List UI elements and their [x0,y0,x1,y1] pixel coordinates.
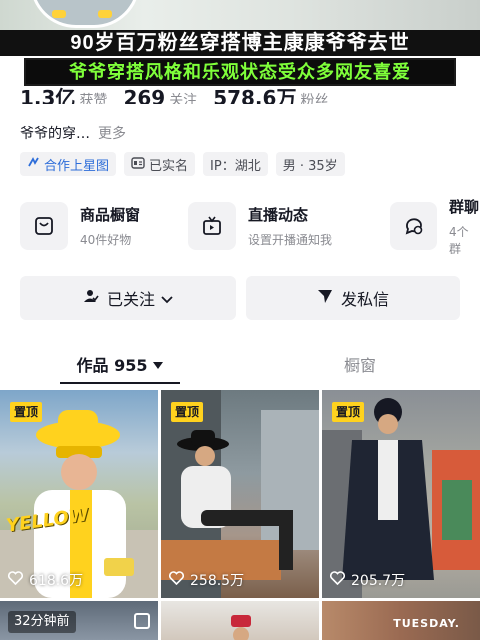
feature-subtitle: 设置开播通知我 [248,233,333,247]
chat-icon [390,202,438,250]
pinned-badge: 置顶 [171,402,204,422]
send-icon [317,288,333,308]
caret-down-icon [153,355,164,374]
shopping-bag-icon [20,202,68,250]
bio-text: 爷爷的穿… [20,126,90,142]
avatar-detail [52,10,66,18]
profile-bio: 爷爷的穿… 更多 [20,123,126,143]
video-thumbnail[interactable] [161,601,319,640]
feature-title: 直播动态 [248,206,309,224]
tab-works[interactable]: 作品 955 [60,346,180,382]
tag-gender-age: 男 · 35岁 [275,152,345,176]
tag-label: 合作上星图 [44,158,110,174]
followers-count[interactable]: 578.6万 [213,82,296,104]
pinned-badge: 置顶 [10,402,43,422]
video-thumbnail[interactable]: 置顶 258.5万 [161,390,319,598]
post-time: 32分钟前 [8,611,76,633]
follow-button[interactable]: 已关注 [20,276,236,320]
like-count-value: 618.6万 [29,573,84,589]
tag-label: 男 · 35岁 [282,158,338,174]
bio-more-link[interactable]: 更多 [98,126,126,142]
video-thumbnail[interactable]: YELLOW 置顶 618.6万 [0,390,158,598]
profile-tabs: 作品 955 橱窗 [0,346,480,386]
tab-showcase[interactable]: 橱窗 [300,346,420,382]
feature-group-chat[interactable]: 群聊 4个群 [390,198,480,254]
news-headline: 90岁百万粉丝穿搭博主康康爷爷去世 [0,30,480,56]
thumbnail-image [231,615,251,640]
followers-label[interactable]: 粉丝 [300,90,328,104]
heart-icon [168,571,185,589]
like-count: 618.6万 [7,570,84,590]
heart-icon [7,571,24,589]
likes-label: 获赞 [79,93,108,104]
feature-subtitle: 40件好物 [80,233,132,247]
tag-verified: 已实名 [124,152,196,176]
following-label[interactable]: 关注 [169,90,197,104]
tag-star-map[interactable]: 合作上星图 [20,152,117,176]
feature-title: 群聊 [449,198,480,216]
profile-stats: 1.3亿 获赞 269 关注 578.6万 粉丝 [20,82,344,104]
multi-image-icon [134,613,150,629]
caption-text: TUESDAY. [393,617,460,630]
user-check-icon [83,288,99,308]
feature-row: 商品橱窗 40件好物 直播动态 设置开播通知我 群聊 4个群 [20,198,480,254]
news-subline: 爷爷穿搭风格和乐观状态受众多网友喜爱 [69,62,411,82]
pinned-badge: 置顶 [332,402,365,422]
feature-shop-window[interactable]: 商品橱窗 40件好物 [20,198,140,254]
video-thumbnail[interactable]: 置顶 205.7万 [322,390,480,598]
video-thumbnail[interactable]: TUESDAY. [322,601,480,640]
profile-header-photo [0,0,480,32]
tab-showcase-label: 橱窗 [343,356,376,375]
star-map-icon [27,156,40,172]
video-thumbnail[interactable]: 32分钟前 [0,601,158,640]
likes-count: 1.3亿 [20,86,76,104]
like-count-value: 258.5万 [190,573,245,589]
profile-tags: 合作上星图 已实名 IP：湖北 男 · 35岁 [20,152,345,176]
tv-icon [188,202,236,250]
follow-label: 已关注 [106,290,155,309]
like-count-value: 205.7万 [351,573,406,589]
avatar[interactable] [30,0,140,28]
message-label: 发私信 [340,290,389,309]
tab-works-label: 作品 955 [76,356,148,375]
tag-ip-location: IP：湖北 [203,152,268,176]
feature-live[interactable]: 直播动态 设置开播通知我 [188,198,332,254]
message-button[interactable]: 发私信 [246,276,460,320]
tag-label: IP：湖北 [210,158,261,174]
like-count: 205.7万 [329,570,406,590]
active-tab-indicator [60,382,180,384]
following-count[interactable]: 269 [123,86,165,104]
id-card-icon [131,156,145,172]
feature-subtitle: 4个群 [449,224,469,255]
avatar-detail [98,10,112,18]
heart-icon [329,571,346,589]
feature-title: 商品橱窗 [80,206,141,224]
tag-label: 已实名 [149,158,189,174]
chevron-down-icon [161,289,173,308]
like-count: 258.5万 [168,570,245,590]
